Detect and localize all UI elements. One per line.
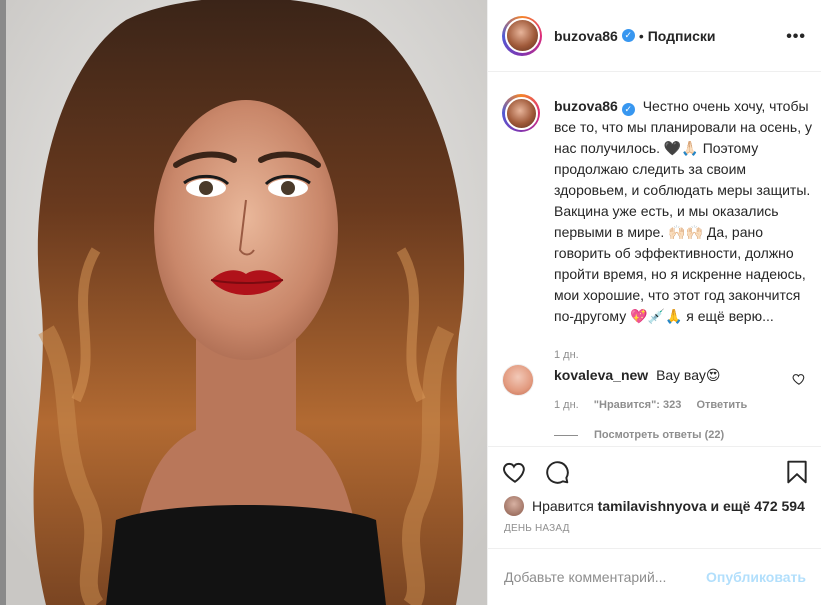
author-avatar[interactable] [502, 15, 542, 56]
comment-input[interactable] [504, 569, 710, 585]
post-actions [488, 446, 821, 496]
caption-time: 1 дн. [554, 349, 579, 361]
view-replies-label: Посмотреть ответы (22) [594, 429, 725, 441]
verified-badge-icon: ✓ [621, 103, 635, 116]
following-button[interactable]: Подписки [648, 28, 716, 44]
publish-button[interactable]: Опубликовать [706, 569, 806, 585]
like-heart-icon[interactable] [502, 459, 528, 485]
add-comment-bar: Опубликовать [488, 548, 821, 605]
caption-author-username[interactable]: buzova86 [554, 98, 618, 114]
post-sidebar: buzova86 ✓ • Подписки ••• buzova86 ✓ Чест… [487, 0, 821, 605]
likes-count[interactable]: и ещё 472 594 [711, 498, 805, 514]
bookmark-icon[interactable] [784, 459, 810, 485]
comment-body: kovaleva_new Вау вау😍 [554, 367, 720, 384]
post-header: buzova86 ✓ • Подписки ••• [488, 0, 821, 72]
post-timestamp[interactable]: День назад [504, 523, 570, 534]
author-username[interactable]: buzova86 [554, 28, 618, 44]
portrait-image [6, 0, 487, 605]
replies-divider [554, 434, 578, 436]
comment-time: 1 дн. [554, 399, 579, 411]
commenter-avatar[interactable] [502, 364, 534, 396]
more-options-icon[interactable]: ••• [786, 28, 806, 46]
comment-like-heart-icon[interactable] [792, 372, 806, 386]
separator: • [638, 27, 644, 44]
liker-avatar[interactable] [504, 496, 524, 516]
caption-author-avatar[interactable] [502, 94, 540, 132]
comment-meta: 1 дн. "Нравится": 323 Ответить [554, 399, 759, 411]
comments-list[interactable]: buzova86 ✓ Честно очень хочу, чтобы все т… [488, 72, 821, 446]
comment-bubble-icon[interactable] [544, 459, 570, 485]
liker-username[interactable]: tamilavishnyova [598, 498, 707, 514]
post-photo[interactable] [6, 0, 487, 605]
comment-text: Вау вау😍 [656, 367, 721, 383]
caption-body: buzova86 ✓ Честно очень хочу, чтобы все т… [554, 96, 814, 327]
likes-summary: Нравится tamilavishnyova и ещё 472 594 [504, 496, 805, 516]
caption-text: Честно очень хочу, чтобы все то, что мы … [554, 98, 812, 324]
commenter-username[interactable]: kovaleva_new [554, 367, 648, 383]
view-replies-button[interactable]: Посмотреть ответы (22) [554, 429, 724, 441]
reply-button[interactable]: Ответить [696, 399, 747, 411]
verified-badge-icon: ✓ [621, 29, 635, 42]
likes-prefix: Нравится [532, 498, 594, 514]
comment-likes-count[interactable]: "Нравится": 323 [594, 399, 682, 411]
